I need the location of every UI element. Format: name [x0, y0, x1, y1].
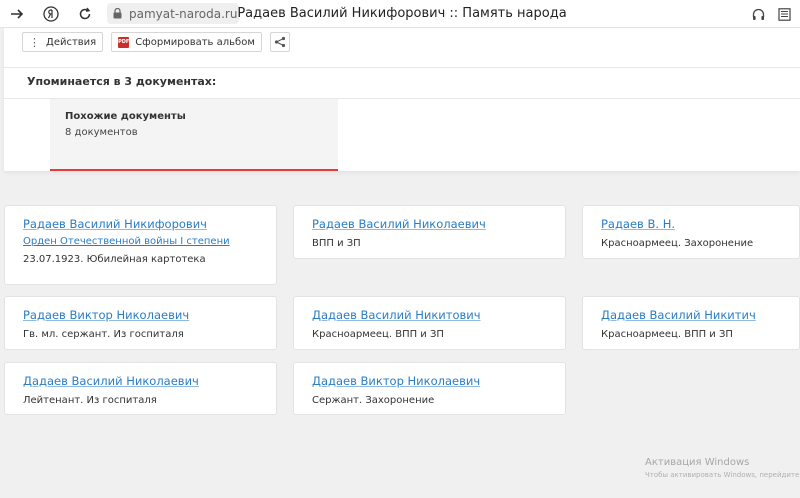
document-description: Красноармеец. ВПП и ЗП	[312, 329, 444, 340]
person-link[interactable]: Радаев Виктор Николаевич	[23, 308, 276, 322]
audio-button[interactable]	[748, 4, 768, 24]
person-link[interactable]: Радаев Василий Никифорович	[23, 217, 276, 231]
document-card: Дадаев Василий Николаевич Лейтенант. Из …	[4, 362, 277, 415]
actions-button[interactable]: ⋮ Действия	[22, 32, 104, 52]
forward-button[interactable]	[6, 4, 28, 24]
more-vertical-icon: ⋮	[29, 35, 40, 49]
document-card: Дадаев Василий Никитович Красноармеец. В…	[293, 296, 566, 350]
create-album-label: Сформировать альбом	[135, 36, 255, 48]
page-title-text: Радаев Василий Никифорович :: Память нар…	[237, 6, 567, 21]
share-button[interactable]	[269, 32, 290, 52]
document-card: Радаев Виктор Николаевич Гв. мл. сержант…	[4, 296, 277, 350]
tab-similar-documents[interactable]: Похожие документы 8 документов	[50, 99, 338, 171]
share-icon	[274, 36, 285, 48]
action-toolbar: ⋮ Действия PDF Сформировать альбом	[22, 32, 298, 52]
document-card: Дадаев Виктор Николаевич Сержант. Захоро…	[293, 362, 566, 415]
windows-activation-hint: Чтобы активировать Windows, перейдите в	[645, 471, 800, 479]
person-link[interactable]: Дадаев Василий Никитич	[601, 308, 799, 322]
document-description: Красноармеец. ВПП и ЗП	[601, 329, 733, 340]
pdf-icon: PDF	[118, 36, 129, 48]
person-link[interactable]: Радаев Василий Николаевич	[312, 217, 565, 231]
reader-mode-button[interactable]	[774, 4, 794, 24]
mentioned-heading: Упоминается в 3 документах:	[27, 75, 217, 88]
browser-toolbar: pamyat-naroda.ru Радаев Василий Никифоро…	[0, 0, 800, 28]
document-description: 23.07.1923. Юбилейная картотека	[23, 254, 206, 265]
url-text: pamyat-naroda.ru	[129, 6, 238, 21]
document-card: Радаев Василий Николаевич ВПП и ЗП	[293, 205, 566, 259]
person-link[interactable]: Дадаев Василий Николаевич	[23, 374, 276, 388]
similar-documents-title: Похожие документы	[65, 111, 186, 122]
document-header-panel: ⋮ Действия PDF Сформировать альбом Упоми…	[4, 28, 800, 171]
person-link[interactable]: Радаев В. Н.	[601, 217, 799, 231]
headphones-icon	[752, 8, 764, 20]
document-description: Красноармеец. Захоронение	[601, 238, 754, 249]
person-link[interactable]: Дадаев Виктор Николаевич	[312, 374, 565, 388]
document-card: Радаев Василий Никифорович Орден Отечест…	[4, 205, 277, 285]
document-card: Дадаев Василий Никитич Красноармеец. ВПП…	[582, 296, 800, 350]
actions-label: Действия	[46, 36, 97, 48]
document-card: Радаев В. Н. Красноармеец. Захоронение	[582, 205, 800, 259]
yandex-button[interactable]	[40, 4, 62, 24]
document-description: ВПП и ЗП	[312, 238, 361, 249]
document-description: Лейтенант. Из госпиталя	[23, 395, 157, 406]
reload-icon	[79, 7, 91, 20]
similar-documents-count: 8 документов	[65, 127, 138, 138]
address-bar[interactable]: pamyat-naroda.ru	[107, 3, 239, 24]
yandex-icon	[43, 6, 59, 22]
award-link[interactable]: Орден Отечественной войны I степени	[23, 236, 276, 247]
reload-button[interactable]	[74, 4, 96, 24]
person-link[interactable]: Дадаев Василий Никитович	[312, 308, 565, 322]
document-description: Сержант. Захоронение	[312, 395, 435, 406]
reader-icon	[777, 7, 791, 21]
windows-activation-watermark: Активация Windows	[645, 457, 750, 468]
document-description: Гв. мл. сержант. Из госпиталя	[23, 329, 184, 340]
create-album-button[interactable]: PDF Сформировать альбом	[111, 32, 262, 52]
arrow-right-icon	[11, 9, 24, 19]
divider	[4, 67, 800, 68]
lock-icon	[113, 8, 122, 19]
